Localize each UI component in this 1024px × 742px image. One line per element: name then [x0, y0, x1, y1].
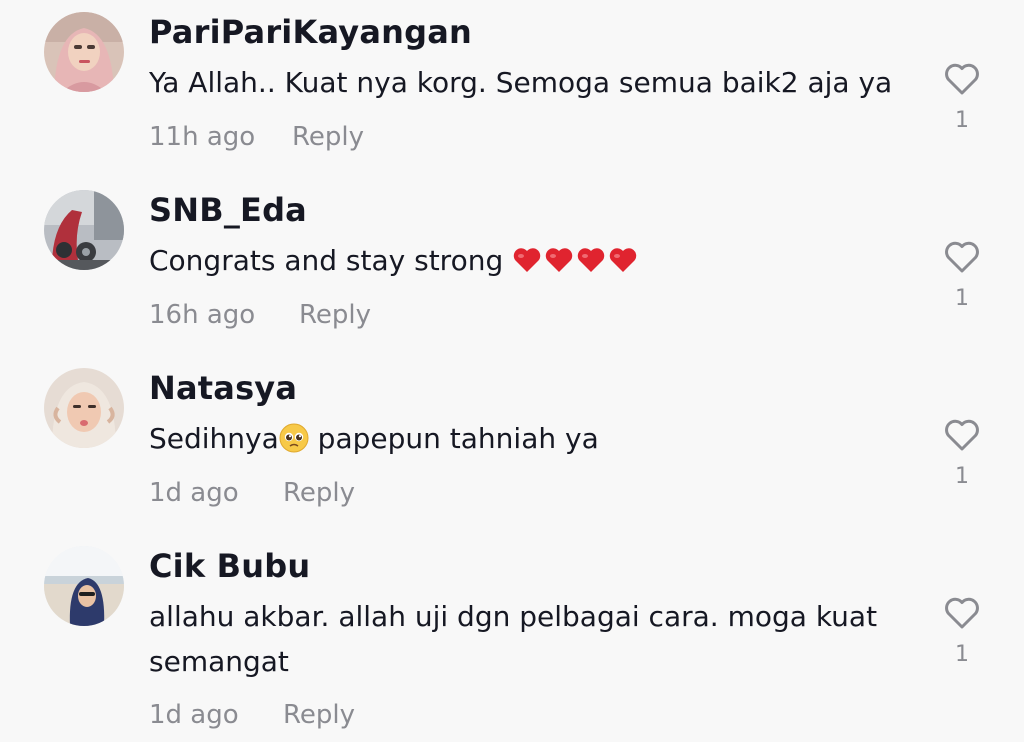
- heart-outline-icon[interactable]: [943, 596, 981, 630]
- like-control: 1: [938, 418, 986, 490]
- like-count: 1: [955, 464, 969, 489]
- comment-item: Natasya Sedihnya papepun tahniah ya 1d a…: [0, 368, 1024, 518]
- timestamp: 1d ago: [149, 700, 239, 730]
- red-heart-emoji: [609, 248, 637, 272]
- avatar-image: [44, 368, 124, 448]
- reply-button[interactable]: Reply: [299, 298, 371, 332]
- pleading-face-emoji: [279, 423, 309, 453]
- avatar[interactable]: [44, 368, 124, 448]
- red-heart-emoji: [577, 248, 605, 272]
- heart-outline-icon[interactable]: [943, 418, 981, 452]
- comment-text-before: Sedihnya: [149, 422, 279, 455]
- comment-meta: 1d ago Reply: [149, 476, 355, 510]
- heart-outline-icon[interactable]: [943, 240, 981, 274]
- reply-button[interactable]: Reply: [283, 698, 355, 732]
- timestamp: 16h ago: [149, 300, 256, 330]
- heart-outline-icon[interactable]: [943, 62, 981, 96]
- like-count: 1: [955, 642, 969, 667]
- username[interactable]: PariPariKayangan: [149, 12, 472, 52]
- comment-meta: 11h ago Reply: [149, 120, 364, 154]
- avatar[interactable]: [44, 546, 124, 626]
- username[interactable]: Natasya: [149, 368, 297, 408]
- comment-list: PariPariKayangan Ya Allah.. Kuat nya kor…: [0, 0, 1024, 742]
- username[interactable]: SNB_Eda: [149, 190, 307, 230]
- comment-text-after: papepun tahniah ya: [308, 422, 599, 455]
- comment-item: PariPariKayangan Ya Allah.. Kuat nya kor…: [0, 12, 1024, 162]
- red-heart-emoji: [545, 248, 573, 272]
- avatar[interactable]: [44, 190, 124, 270]
- avatar-image: [44, 190, 124, 270]
- like-count: 1: [955, 108, 969, 133]
- comment-item: SNB_Eda Congrats and stay strong 16h ago…: [0, 190, 1024, 340]
- comment-item: Cik Bubu allahu akbar. allah uji dgn pel…: [0, 546, 1024, 742]
- comment-text-body: Congrats and stay strong: [149, 244, 513, 277]
- comment-meta: 1d ago Reply: [149, 698, 355, 732]
- like-control: 1: [938, 596, 986, 668]
- username[interactable]: Cik Bubu: [149, 546, 310, 586]
- timestamp: 1d ago: [149, 478, 239, 508]
- like-control: 1: [938, 240, 986, 312]
- timestamp: 11h ago: [149, 122, 256, 152]
- reply-button[interactable]: Reply: [283, 476, 355, 510]
- comment-text: Congrats and stay strong: [149, 238, 909, 283]
- avatar[interactable]: [44, 12, 124, 92]
- reply-button[interactable]: Reply: [292, 120, 364, 154]
- red-heart-emojis: [512, 244, 640, 277]
- avatar-image: [44, 12, 124, 92]
- comment-text: Ya Allah.. Kuat nya korg. Semoga semua b…: [149, 66, 893, 99]
- comment-meta: 16h ago Reply: [149, 298, 371, 332]
- red-heart-emoji: [513, 248, 541, 272]
- comment-text: allahu akbar. allah uji dgn pelbagai car…: [149, 600, 878, 678]
- like-control: 1: [938, 62, 986, 134]
- avatar-image: [44, 546, 124, 626]
- like-count: 1: [955, 286, 969, 311]
- comment-text: Sedihnya papepun tahniah ya: [149, 416, 909, 461]
